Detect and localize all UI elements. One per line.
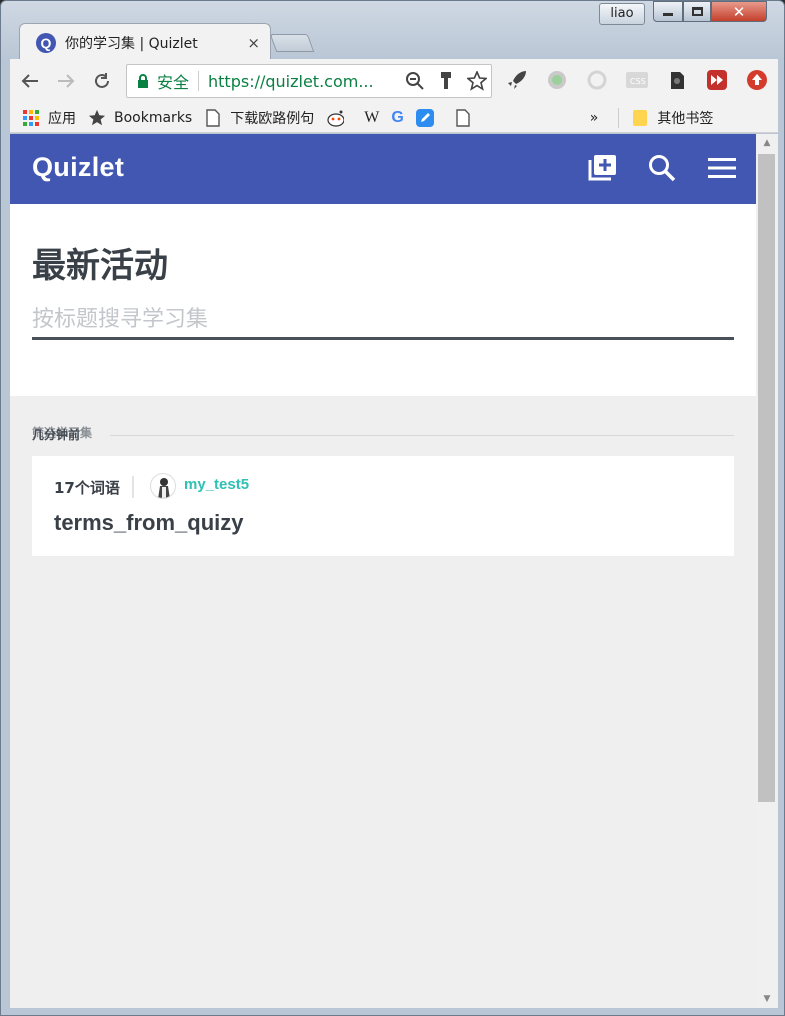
chevron-double-icon: »: [589, 109, 599, 126]
url-text[interactable]: https://quizlet.com...: [208, 72, 384, 91]
key-icon[interactable]: [437, 71, 455, 91]
minimize-button[interactable]: [653, 1, 683, 22]
maximize-icon: [691, 7, 703, 16]
menu-icon[interactable]: [708, 157, 736, 179]
divider: [132, 476, 134, 498]
bookmark-pencil-app[interactable]: [415, 108, 442, 127]
svg-text:CSS: CSS: [630, 77, 646, 86]
reload-button[interactable]: [86, 65, 118, 97]
quizlet-favicon-icon: Q: [36, 32, 56, 53]
wikipedia-icon: W: [364, 108, 380, 126]
tab-title: 你的学习集 | Quizlet: [65, 35, 198, 52]
bookmark-label: 其他书签: [657, 110, 714, 127]
minimize-icon: [663, 13, 673, 16]
page-icon: [204, 108, 222, 127]
divider: [110, 435, 734, 436]
css-extension-icon[interactable]: CSS: [622, 65, 652, 95]
bookmark-label: 下载欧路例句: [230, 110, 315, 127]
reddit-icon: [326, 109, 345, 127]
page-icon: [454, 108, 472, 127]
bookmarks-overflow-button[interactable]: »: [590, 110, 599, 126]
folder-icon: [631, 109, 649, 127]
close-icon: ✕: [732, 2, 746, 21]
extensions: CSS: [502, 65, 772, 95]
forward-arrow-icon: [58, 74, 75, 88]
activity-panel: 最新活动 筛选学习集: [10, 204, 756, 440]
term-count: 17个词语: [54, 479, 120, 497]
loop-extension-icon[interactable]: [582, 65, 612, 95]
tab-close-icon[interactable]: ×: [247, 34, 260, 52]
username-link[interactable]: my_test5: [184, 476, 249, 493]
google-icon: G: [391, 108, 404, 126]
divider: [198, 71, 200, 91]
other-bookmarks[interactable]: 其他书签: [618, 107, 714, 128]
site-header: Quizlet: [10, 134, 756, 204]
section-label: 几分钟前: [32, 428, 81, 442]
avatar[interactable]: [150, 473, 176, 499]
user-avatar-icon: [158, 478, 170, 498]
close-window-button[interactable]: ✕: [711, 1, 767, 22]
star-icon: [88, 109, 106, 127]
scroll-down-icon[interactable]: ▼: [756, 990, 778, 1008]
bookmarks-bar: 应用 Bookmarks 下载欧路例句 W G » 其他书签: [10, 103, 778, 133]
search-icon[interactable]: [648, 154, 676, 182]
set-title[interactable]: terms_from_quizy: [54, 510, 244, 536]
header-actions: [588, 154, 736, 182]
profile-button[interactable]: liao: [599, 3, 645, 25]
set-search-input[interactable]: [32, 302, 734, 340]
study-set-card[interactable]: 17个词语 my_test5 terms_from_quizy: [32, 456, 734, 556]
page-title: 最新活动: [32, 246, 168, 286]
zoom-icon[interactable]: [405, 71, 425, 91]
forward-button[interactable]: [50, 65, 82, 97]
bookmark-reddit[interactable]: [326, 109, 352, 127]
bookmark-bookmarks[interactable]: Bookmarks: [88, 109, 192, 127]
omnibox-actions: [405, 71, 487, 91]
page-viewport: Quizlet 最新活动 筛选学习集 几分钟前 17个词语: [10, 134, 756, 1008]
address-bar[interactable]: 安全 https://quizlet.com...: [126, 64, 492, 98]
reload-icon: [95, 73, 109, 88]
video-speed-icon[interactable]: [702, 65, 732, 95]
green-circle-extension-icon[interactable]: [542, 65, 572, 95]
lock-icon: [138, 74, 148, 88]
bookmark-wikipedia[interactable]: W: [364, 109, 379, 127]
rocket-extension-icon[interactable]: [502, 65, 532, 95]
bookmark-label: 应用: [48, 110, 76, 127]
scroll-thumb[interactable]: [758, 154, 775, 802]
window-controls: ✕: [653, 1, 767, 25]
bookmark-apps[interactable]: 应用: [22, 108, 76, 128]
bookmark-label: Bookmarks: [114, 109, 193, 126]
back-button[interactable]: [14, 65, 46, 97]
pencil-app-icon: [415, 108, 434, 127]
maximize-button[interactable]: [683, 1, 711, 22]
back-arrow-icon: [21, 74, 38, 88]
browser-toolbar: 安全 https://quizlet.com... CSS: [10, 59, 778, 103]
apps-grid-icon: [22, 109, 40, 127]
new-tab-button[interactable]: [269, 34, 315, 52]
secure-label: 安全: [157, 73, 190, 92]
section-header: 几分钟前: [10, 396, 756, 456]
bookmark-google[interactable]: G: [391, 109, 403, 127]
bookmark-star-icon[interactable]: [467, 71, 487, 91]
vertical-scrollbar[interactable]: ▲ ▼: [756, 134, 778, 1008]
upload-extension-icon[interactable]: [742, 65, 772, 95]
scroll-up-icon[interactable]: ▲: [756, 134, 778, 152]
bookmark-eudic[interactable]: 下载欧路例句: [204, 108, 314, 128]
evernote-icon[interactable]: [662, 65, 692, 95]
bookmark-page[interactable]: [454, 108, 480, 127]
quizlet-logo[interactable]: Quizlet: [32, 152, 124, 183]
create-set-icon[interactable]: [588, 155, 616, 181]
browser-tab[interactable]: Q 你的学习集 | Quizlet ×: [19, 23, 271, 61]
